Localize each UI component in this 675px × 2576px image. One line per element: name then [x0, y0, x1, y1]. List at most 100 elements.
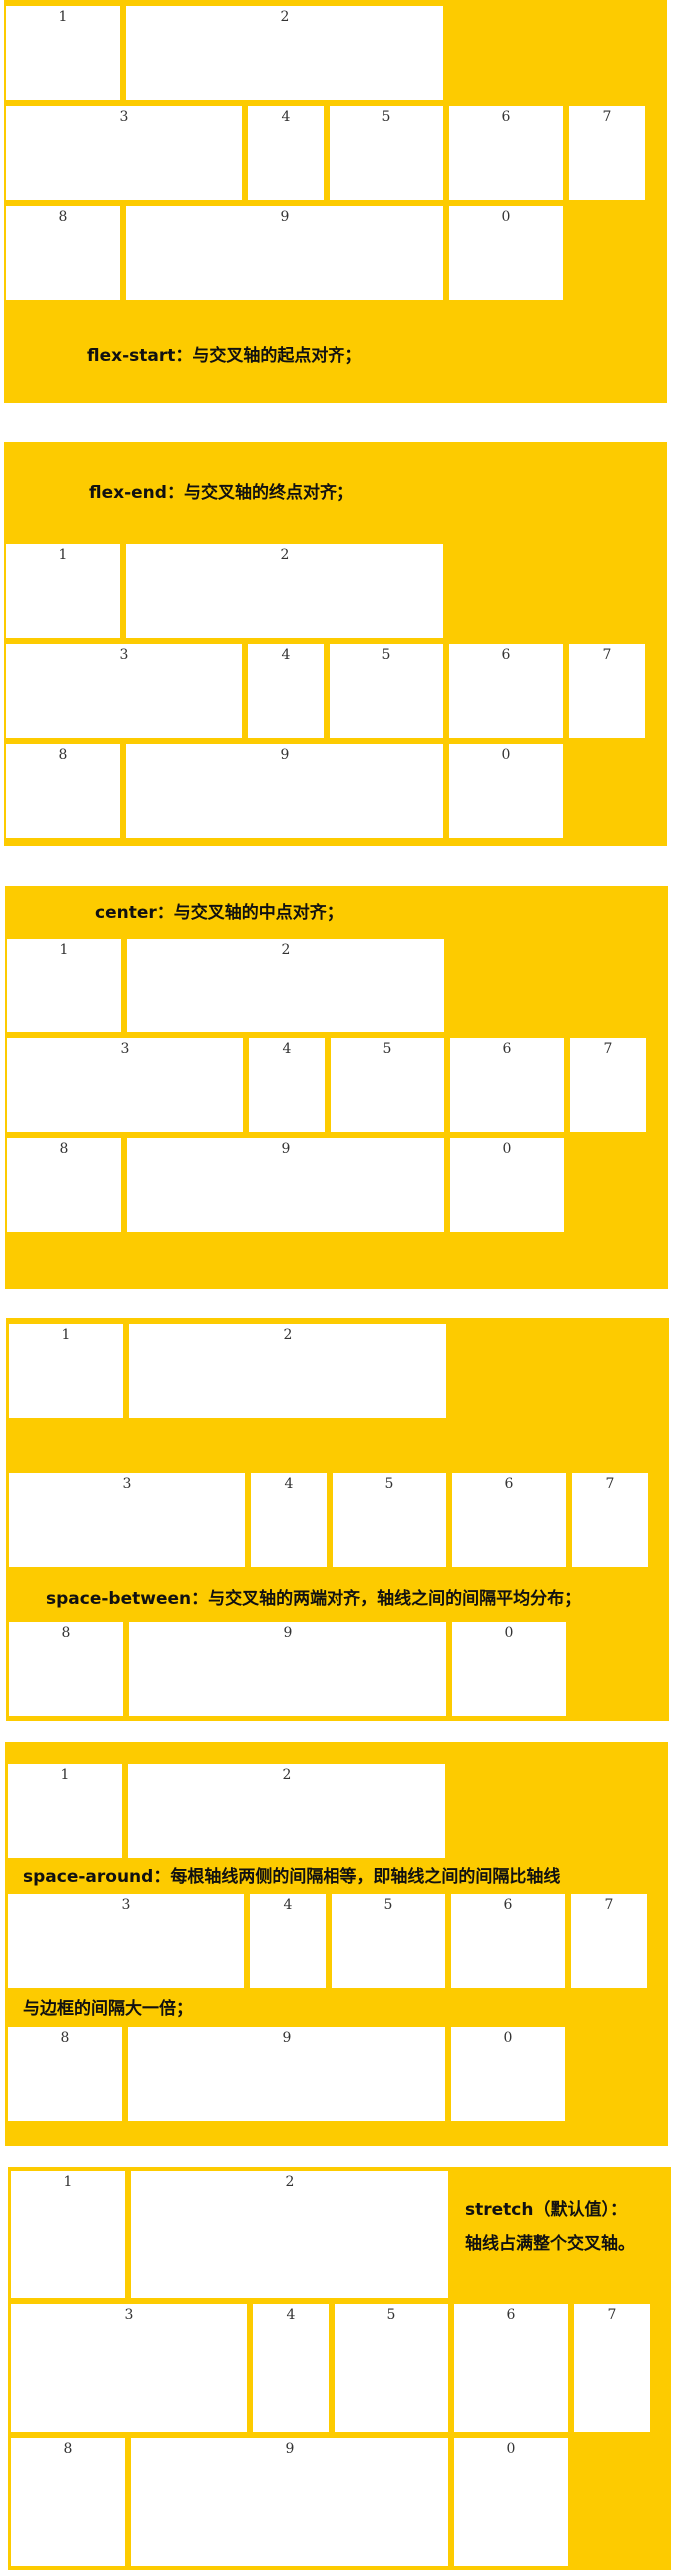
- item-label: 3: [124, 2307, 134, 2323]
- flex-item: 7: [572, 1473, 648, 1567]
- item-label: 7: [602, 109, 612, 125]
- item-label: 2: [280, 547, 290, 563]
- flex-item: 9: [129, 1622, 446, 1716]
- item-label: 0: [502, 1141, 512, 1157]
- item-label: 3: [119, 647, 129, 663]
- item-label: 2: [281, 942, 291, 958]
- panel-caption: space-between：与交叉轴的两端对齐，轴线之间的间隔平均分布；: [46, 1589, 582, 1609]
- panel-caption: stretch（默认值）：: [465, 2200, 627, 2220]
- item-label: 5: [386, 2307, 396, 2323]
- flex-item: 1: [6, 6, 120, 100]
- flex-item: 5: [330, 644, 443, 738]
- flex-item: 4: [250, 1894, 326, 1988]
- item-label: 4: [284, 1476, 294, 1492]
- item-label: 4: [286, 2307, 296, 2323]
- flex-item: 8: [6, 206, 120, 300]
- flex-item: 9: [131, 2438, 448, 2566]
- panel-caption: flex-start：与交叉轴的起点对齐；: [87, 346, 362, 366]
- item-label: 7: [603, 1041, 613, 1057]
- item-label: 1: [58, 547, 68, 563]
- item-label: 9: [280, 747, 290, 763]
- item-label: 1: [61, 1327, 71, 1343]
- item-label: 0: [501, 747, 511, 763]
- item-label: 4: [282, 1041, 292, 1057]
- item-label: 8: [58, 209, 68, 225]
- flex-item: 5: [335, 2304, 448, 2432]
- item-label: 9: [285, 2441, 295, 2457]
- item-label: 9: [281, 1141, 291, 1157]
- item-label: 5: [381, 647, 391, 663]
- item-label: 5: [381, 109, 391, 125]
- panel-flex-start: 1 2 3 4 5 6 7 8 9 0 flex-start：与交叉轴的起点对齐…: [4, 0, 667, 403]
- item-label: 1: [59, 942, 69, 958]
- flex-item: 0: [449, 744, 563, 838]
- flex-item: 8: [9, 1622, 123, 1716]
- item-label: 9: [283, 1625, 293, 1641]
- panel-center: center：与交叉轴的中点对齐； 1 2 3 4 5 6 7 8 9 0: [5, 886, 668, 1289]
- flex-item: 3: [7, 1038, 243, 1132]
- flex-item: 6: [449, 644, 563, 738]
- item-label: 6: [503, 1897, 513, 1913]
- flex-item: 9: [127, 1138, 444, 1232]
- flex-item: 6: [449, 106, 563, 200]
- flex-item: 1: [6, 544, 120, 638]
- flex-item: 2: [126, 6, 443, 100]
- item-label: 2: [285, 2174, 295, 2190]
- panel-caption: 轴线占满整个交叉轴。: [465, 2234, 635, 2254]
- flex-item: 8: [11, 2438, 125, 2566]
- item-label: 4: [283, 1897, 293, 1913]
- item-label: 2: [280, 9, 290, 25]
- flex-item: 1: [11, 2171, 125, 2298]
- item-label: 0: [503, 2030, 513, 2046]
- item-label: 1: [60, 1767, 70, 1783]
- flex-item: 2: [128, 1764, 445, 1858]
- item-label: 0: [501, 209, 511, 225]
- flex-item: 5: [330, 106, 443, 200]
- panel-caption: flex-end：与交叉轴的终点对齐；: [89, 483, 353, 503]
- item-label: 6: [504, 1476, 514, 1492]
- panel-caption: 与边框的间隔大一倍；: [23, 1999, 193, 2019]
- flex-item: 6: [454, 2304, 568, 2432]
- flex-item: 6: [451, 1894, 565, 1988]
- flex-item: 2: [129, 1324, 446, 1418]
- flex-item: 7: [569, 106, 645, 200]
- panel-caption: space-around：每根轴线两侧的间隔相等，即轴线之间的间隔比轴线: [23, 1867, 561, 1887]
- item-label: 3: [119, 109, 129, 125]
- panel-flex-end: flex-end：与交叉轴的终点对齐； 1 2 3 4 5 6 7 8 9 0: [4, 442, 667, 846]
- flex-item: 0: [454, 2438, 568, 2566]
- item-label: 5: [384, 1476, 394, 1492]
- flex-item: 5: [331, 1038, 444, 1132]
- flex-item: 3: [11, 2304, 247, 2432]
- item-label: 8: [58, 747, 68, 763]
- flex-item: 7: [570, 1038, 646, 1132]
- flex-item: 7: [574, 2304, 650, 2432]
- item-label: 5: [382, 1041, 392, 1057]
- item-label: 7: [602, 647, 612, 663]
- flex-item: 8: [7, 1138, 121, 1232]
- item-label: 0: [506, 2441, 516, 2457]
- item-label: 6: [501, 109, 511, 125]
- panel-space-between: 1 2 3 4 5 6 7 space-between：与交叉轴的两端对齐，轴线…: [6, 1318, 669, 1721]
- flex-item: 3: [6, 644, 242, 738]
- item-label: 6: [502, 1041, 512, 1057]
- flex-item: 0: [452, 1622, 566, 1716]
- panel-space-around: 1 2 space-around：每根轴线两侧的间隔相等，即轴线之间的间隔比轴线…: [5, 1742, 668, 2146]
- item-label: 1: [63, 2174, 73, 2190]
- flex-item: 1: [9, 1324, 123, 1418]
- item-label: 8: [61, 1625, 71, 1641]
- flex-item: 4: [249, 1038, 325, 1132]
- item-label: 1: [58, 9, 68, 25]
- flex-item: 1: [7, 939, 121, 1032]
- flex-item: 6: [450, 1038, 564, 1132]
- item-label: 7: [605, 1476, 615, 1492]
- item-label: 8: [63, 2441, 73, 2457]
- item-label: 3: [120, 1041, 130, 1057]
- item-label: 8: [59, 1141, 69, 1157]
- flex-item: 9: [126, 206, 443, 300]
- flex-item: 8: [6, 744, 120, 838]
- item-label: 7: [604, 1897, 614, 1913]
- item-label: 6: [506, 2307, 516, 2323]
- flex-item: 9: [126, 744, 443, 838]
- flex-item: 2: [131, 2171, 448, 2298]
- flex-item: 4: [248, 644, 324, 738]
